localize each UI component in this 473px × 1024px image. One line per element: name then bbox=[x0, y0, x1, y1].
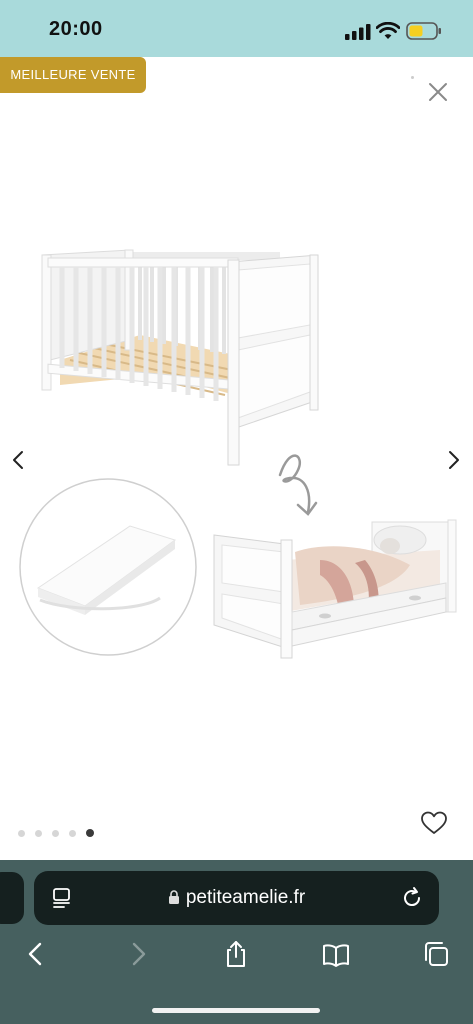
share-icon[interactable] bbox=[222, 940, 250, 968]
status-bar: 20:00 bbox=[0, 0, 473, 57]
bestseller-badge: MEILLEURE VENTE bbox=[0, 57, 146, 93]
previous-tab-preview[interactable] bbox=[0, 872, 24, 924]
chevron-left-icon[interactable] bbox=[8, 448, 28, 472]
lock-icon bbox=[168, 890, 179, 904]
pagination-dot[interactable] bbox=[18, 829, 25, 837]
crib-illustration bbox=[41, 249, 319, 466]
pagination-dot[interactable] bbox=[35, 829, 42, 837]
wifi-icon bbox=[376, 22, 400, 39]
back-icon[interactable] bbox=[22, 940, 50, 968]
mattress-illustration bbox=[19, 478, 197, 656]
status-time: 20:00 bbox=[49, 18, 103, 40]
gallery-pagination bbox=[18, 827, 94, 839]
toddler-bed-illustration bbox=[213, 519, 457, 659]
decorative-dot bbox=[411, 76, 414, 79]
book-icon[interactable] bbox=[322, 940, 350, 968]
tabs-icon[interactable] bbox=[422, 940, 450, 968]
cellular-signal-icon bbox=[345, 24, 371, 40]
browser-toolbar bbox=[0, 940, 473, 980]
heart-icon[interactable] bbox=[420, 810, 448, 836]
url-display[interactable]: petiteamelie.fr bbox=[34, 871, 439, 925]
browser-bottom-bar: petiteamelie.fr bbox=[0, 860, 473, 1024]
forward-icon bbox=[132, 942, 146, 966]
url-text: petiteamelie.fr bbox=[185, 887, 306, 908]
reload-icon[interactable] bbox=[400, 886, 424, 910]
pagination-dot[interactable] bbox=[69, 829, 76, 837]
close-icon[interactable] bbox=[426, 80, 450, 104]
pagination-dot[interactable] bbox=[52, 829, 59, 837]
pagination-dot-active[interactable] bbox=[86, 829, 94, 837]
address-bar[interactable]: petiteamelie.fr bbox=[34, 871, 439, 925]
transform-arrow-icon bbox=[278, 454, 318, 516]
product-image bbox=[19, 249, 457, 659]
chevron-right-icon[interactable] bbox=[444, 448, 464, 472]
battery-icon bbox=[406, 22, 441, 40]
home-indicator bbox=[152, 1008, 320, 1013]
